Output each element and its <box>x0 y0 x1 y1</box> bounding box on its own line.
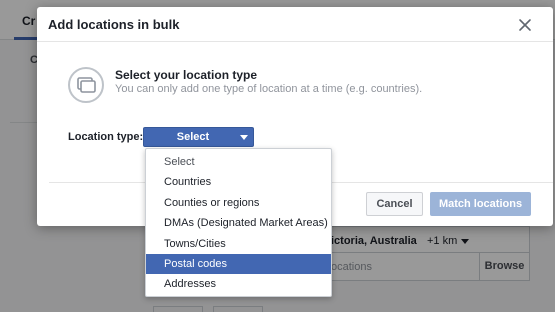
duplicate-pages-icon <box>68 67 104 103</box>
location-type-label: Location type: <box>68 131 144 143</box>
chevron-down-icon <box>240 135 248 140</box>
dialog-header: Add locations in bulk <box>37 7 553 42</box>
menu-item-select[interactable]: Select <box>146 152 331 172</box>
select-value: Select <box>176 131 210 143</box>
menu-item-postal-codes[interactable]: Postal codes <box>146 253 331 275</box>
menu-item-addresses[interactable]: Addresses <box>146 274 331 294</box>
menu-item-towns-cities[interactable]: Towns/Cities <box>146 234 331 254</box>
close-icon[interactable] <box>516 16 534 34</box>
menu-item-countries[interactable]: Countries <box>146 172 331 192</box>
location-type-description: You can only add one type of location at… <box>115 83 423 95</box>
dialog-title: Add locations in bulk <box>48 17 180 32</box>
menu-item-counties-or-regions[interactable]: Counties or regions <box>146 193 331 213</box>
match-locations-button: Match locations <box>430 192 531 216</box>
menu-item-dmas[interactable]: DMAs (Designated Market Areas) <box>146 213 331 233</box>
location-type-heading: Select your location type <box>115 68 258 82</box>
cancel-button[interactable]: Cancel <box>366 192 423 216</box>
location-type-menu: Select Countries Counties or regions DMA… <box>145 148 332 297</box>
location-type-select[interactable]: Select <box>143 127 254 147</box>
